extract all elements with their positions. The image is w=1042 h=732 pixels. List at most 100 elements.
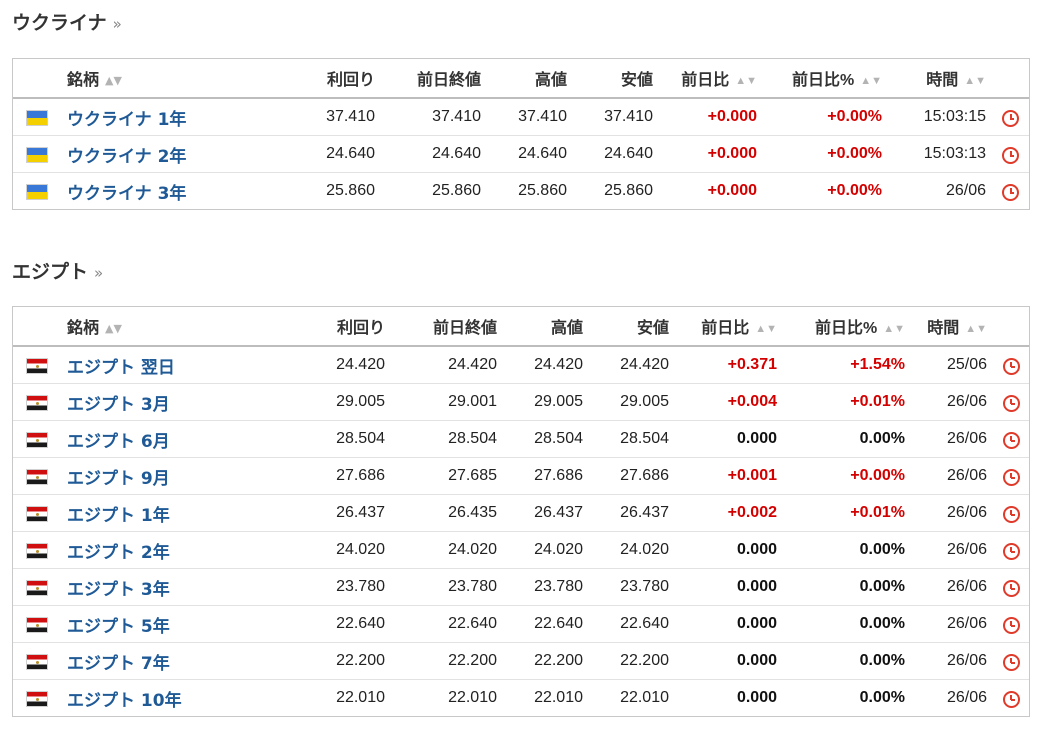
prev-close-cell: 25.860	[381, 172, 487, 209]
bond-name-link[interactable]: エジプト 5年	[67, 617, 170, 637]
change-pct-cell: +0.00%	[763, 172, 888, 209]
header-flag	[13, 307, 61, 347]
clock-icon[interactable]	[1002, 690, 1020, 708]
bond-name-cell: ウクライナ 3年	[61, 172, 301, 209]
time-cell: 26/06	[911, 420, 993, 458]
clock-icon[interactable]	[1002, 394, 1020, 412]
low-cell: 25.860	[573, 172, 659, 209]
header-low: 安値	[589, 307, 675, 347]
clock-icon[interactable]	[1002, 542, 1020, 560]
prev-close-cell: 22.200	[391, 642, 503, 680]
alert-cell	[993, 346, 1029, 384]
header-change[interactable]: 前日比 ▲▼	[659, 59, 763, 99]
sort-arrows-icon[interactable]: ▲▼	[105, 74, 122, 87]
yield-cell: 28.504	[301, 420, 391, 458]
change-pct-cell: +0.01%	[783, 383, 911, 421]
alert-cell	[993, 420, 1029, 458]
clock-icon[interactable]	[1002, 468, 1020, 486]
header-change[interactable]: 前日比 ▲▼	[675, 307, 783, 347]
header-flag	[13, 59, 61, 99]
header-change-pct[interactable]: 前日比% ▲▼	[783, 307, 911, 347]
table-ukraine: 銘柄 ▲▼ 利回り 前日終値 高値 安値 前日比 ▲▼ 前日比% ▲▼ 時間 ▲▼ ウク…	[12, 58, 1030, 210]
header-name[interactable]: 銘柄 ▲▼	[61, 307, 301, 347]
ukraine-flag-icon	[26, 184, 48, 200]
alert-cell	[993, 494, 1029, 532]
header-row: 銘柄 ▲▼ 利回り 前日終値 高値 安値 前日比 ▲▼ 前日比% ▲▼ 時間 ▲▼	[13, 307, 1029, 347]
section-title-ukraine: ウクライナ »	[12, 8, 122, 35]
egypt-flag-icon	[26, 469, 48, 485]
ukraine-flag-icon	[26, 110, 48, 126]
sort-arrows-icon[interactable]: ▲▼	[755, 323, 777, 335]
clock-icon[interactable]	[1002, 431, 1020, 449]
clock-icon[interactable]	[1002, 505, 1020, 523]
egypt-flag-icon	[26, 358, 48, 374]
flag-cell	[13, 605, 61, 643]
bond-name-link[interactable]: ウクライナ 2年	[67, 147, 186, 167]
sort-arrows-icon[interactable]: ▲▼	[883, 323, 905, 335]
sort-arrows-icon[interactable]: ▲▼	[735, 75, 757, 87]
bond-name-link[interactable]: エジプト 7年	[67, 654, 170, 674]
clock-icon[interactable]	[1002, 183, 1019, 201]
change-cell: +0.000	[659, 172, 763, 209]
yield-cell: 27.686	[301, 457, 391, 495]
sort-arrows-icon[interactable]: ▲▼	[105, 322, 122, 335]
time-cell: 15:03:13	[888, 135, 992, 173]
clock-icon[interactable]	[1002, 357, 1020, 375]
change-cell: +0.004	[675, 383, 783, 421]
clock-icon[interactable]	[1002, 579, 1020, 597]
bond-name-link[interactable]: エジプト 翌日	[67, 358, 175, 378]
header-change-pct[interactable]: 前日比% ▲▼	[763, 59, 888, 99]
section-title-link[interactable]: ウクライナ	[12, 8, 107, 35]
low-cell: 26.437	[589, 494, 675, 532]
header-name[interactable]: 銘柄 ▲▼	[61, 59, 301, 99]
table-row: エジプト 3年 23.780 23.780 23.780 23.780 0.000 0.00…	[13, 568, 1029, 606]
bond-name-link[interactable]: エジプト 6月	[67, 432, 170, 452]
bond-name-link[interactable]: エジプト 9月	[67, 469, 170, 489]
yield-cell: 25.860	[301, 172, 381, 209]
table-row: エジプト 3月 29.005 29.001 29.005 29.005 +0.004 +0.…	[13, 383, 1029, 421]
yield-cell: 22.010	[301, 679, 391, 716]
egypt-flag-icon	[26, 506, 48, 522]
sort-arrows-icon[interactable]: ▲▼	[860, 75, 882, 87]
change-pct-cell: +0.00%	[827, 108, 882, 125]
flag-cell	[13, 679, 61, 716]
header-prev-close: 前日終値	[391, 307, 503, 347]
header-time[interactable]: 時間 ▲▼	[888, 59, 992, 99]
bond-name-link[interactable]: エジプト 1年	[67, 506, 170, 526]
change-cell: +0.000	[707, 108, 757, 125]
high-cell: 22.010	[503, 679, 589, 716]
header-yield: 利回り	[301, 59, 381, 99]
more-chevron-icon[interactable]: »	[94, 264, 103, 282]
change-cell: +0.371	[727, 356, 777, 373]
clock-icon[interactable]	[1002, 653, 1020, 671]
alert-cell	[993, 642, 1029, 680]
change-pct-cell: 0.00%	[783, 642, 911, 680]
bond-name-link[interactable]: エジプト 2年	[67, 543, 170, 563]
section-title-link[interactable]: エジプト	[12, 257, 88, 284]
flag-cell	[13, 172, 61, 209]
bond-name-link[interactable]: エジプト 3年	[67, 580, 170, 600]
prev-close-cell: 24.020	[391, 531, 503, 569]
time-cell: 26/06	[911, 642, 993, 680]
alert-cell	[992, 98, 1029, 136]
clock-icon[interactable]	[1002, 616, 1020, 634]
bond-name-link[interactable]: ウクライナ 3年	[67, 184, 186, 204]
egypt-flag-icon	[26, 691, 48, 707]
high-cell: 22.200	[503, 642, 589, 680]
header-time[interactable]: 時間 ▲▼	[911, 307, 993, 347]
bond-name-link[interactable]: エジプト 10年	[67, 691, 182, 711]
sort-arrows-icon[interactable]: ▲▼	[964, 75, 986, 87]
prev-close-cell: 26.435	[391, 494, 503, 532]
change-cell: +0.002	[675, 494, 783, 532]
change-pct-cell: +1.54%	[850, 356, 905, 373]
bond-name-link[interactable]: エジプト 3月	[67, 395, 170, 415]
yield-cell: 24.420	[336, 356, 385, 373]
bond-name-link[interactable]: ウクライナ 1年	[67, 110, 186, 130]
table-row: エジプト 6月 28.504 28.504 28.504 28.504 0.000 0.00…	[13, 420, 1029, 458]
more-chevron-icon[interactable]: »	[113, 15, 122, 33]
time-cell: 26/06	[888, 172, 992, 209]
section-title-egypt: エジプト »	[12, 257, 103, 284]
clock-icon[interactable]	[1002, 109, 1019, 127]
clock-icon[interactable]	[1002, 146, 1019, 164]
sort-arrows-icon[interactable]: ▲▼	[965, 323, 987, 335]
